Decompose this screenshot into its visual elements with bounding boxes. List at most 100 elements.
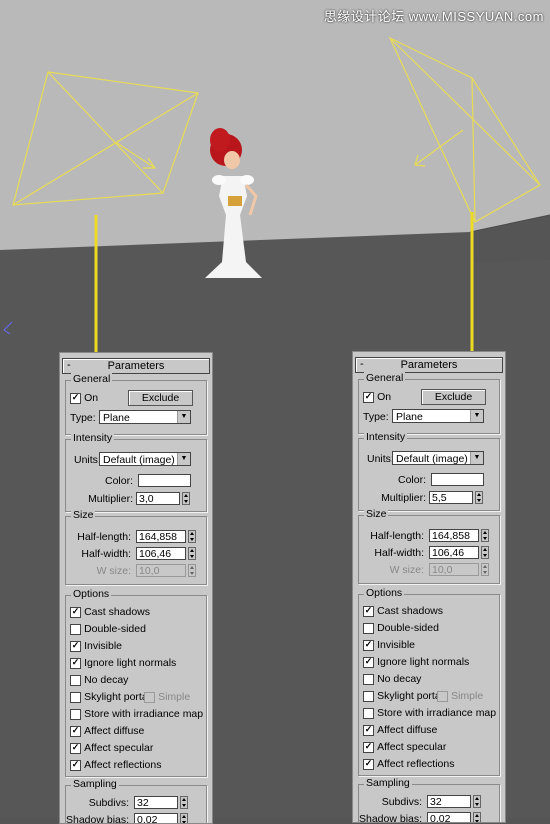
option-ignore-light-normals[interactable]: ✓ Ignore light normals [363, 656, 469, 668]
half-width-field[interactable]: 106,46 [429, 546, 479, 559]
option-store-with-irradiance-map[interactable]: Store with irradiance map [363, 707, 496, 719]
subdivs-label: Subdivs: [88, 797, 129, 809]
half-width-field[interactable]: 106,46 [136, 547, 186, 560]
multiplier-field[interactable]: 5,5 [429, 491, 473, 504]
option-cast-shadows[interactable]: ✓ Cast shadows [70, 606, 150, 618]
exclude-button[interactable]: Exclude [421, 389, 486, 405]
option-checkbox[interactable]: ✓ [70, 725, 81, 737]
option-skylight-portal[interactable]: Skylight portal [70, 691, 150, 703]
option-checkbox[interactable]: ✓ [363, 741, 374, 753]
half-length-spinner[interactable] [188, 530, 196, 543]
option-checkbox[interactable] [363, 673, 374, 685]
option-label: Ignore light normals [84, 657, 177, 669]
type-label: Type: [70, 412, 96, 424]
option-checkbox[interactable] [70, 708, 81, 720]
subdivs-spinner[interactable] [473, 795, 481, 808]
option-checkbox[interactable]: ✓ [363, 656, 374, 668]
exclude-button[interactable]: Exclude [128, 390, 193, 406]
option-invisible[interactable]: ✓ Invisible [70, 640, 122, 652]
option-label: Affect specular [377, 741, 447, 753]
units-value: Default (image) [396, 453, 468, 465]
half-width-spinner[interactable] [481, 546, 489, 559]
option-affect-reflections[interactable]: ✓ Affect reflections [70, 759, 162, 771]
shadow-bias-label: Shadow bias: [66, 814, 130, 824]
rollout-header-parameters[interactable]: - Parameters [62, 358, 210, 374]
half-length-field[interactable]: 164,858 [429, 529, 479, 542]
half-length-field[interactable]: 164,858 [136, 530, 186, 543]
option-cast-shadows[interactable]: ✓ Cast shadows [363, 605, 443, 617]
sampling-group: Sampling Subdivs: 32 Shadow bias: 0,02 [65, 778, 207, 824]
option-checkbox[interactable] [70, 623, 81, 635]
subdivs-field[interactable]: 32 [427, 795, 471, 808]
on-checkbox[interactable]: ✓ On [70, 392, 98, 404]
units-value: Default (image) [103, 454, 175, 466]
option-ignore-light-normals[interactable]: ✓ Ignore light normals [70, 657, 176, 669]
option-checkbox[interactable]: ✓ [70, 606, 81, 618]
option-checkbox[interactable]: ✓ [363, 724, 374, 736]
option-label: No decay [84, 674, 129, 686]
option-affect-diffuse[interactable]: ✓ Affect diffuse [363, 724, 437, 736]
type-dropdown[interactable]: Plane ▼ [392, 409, 484, 423]
option-checkbox[interactable] [70, 691, 81, 703]
option-checkbox[interactable] [363, 690, 374, 702]
option-no-decay[interactable]: No decay [70, 674, 128, 686]
options-group: Options ✓ Cast shadows Double-sided ✓ In… [358, 587, 500, 776]
option-affect-diffuse[interactable]: ✓ Affect diffuse [70, 725, 144, 737]
subdivs-spinner[interactable] [180, 796, 188, 809]
general-legend: General [71, 373, 113, 385]
option-checkbox[interactable]: ✓ [363, 605, 374, 617]
option-affect-specular[interactable]: ✓ Affect specular [70, 742, 153, 754]
color-label: Color: [104, 475, 133, 487]
subdivs-field[interactable]: 32 [134, 796, 178, 809]
option-checkbox[interactable]: ✓ [70, 759, 81, 771]
option-checkbox[interactable]: ✓ [70, 640, 81, 652]
option-checkbox[interactable]: ✓ [70, 657, 81, 669]
multiplier-field[interactable]: 3,0 [136, 492, 180, 505]
type-value: Plane [103, 412, 130, 424]
options-group: Options ✓ Cast shadows Double-sided ✓ In… [65, 588, 207, 777]
option-checkbox[interactable]: ✓ [70, 742, 81, 754]
color-swatch[interactable] [138, 474, 191, 487]
option-double-sided[interactable]: Double-sided [70, 623, 146, 635]
option-double-sided[interactable]: Double-sided [363, 622, 439, 634]
option-label: Affect reflections [377, 758, 455, 770]
half-width-spinner[interactable] [188, 547, 196, 560]
option-label: Invisible [377, 639, 415, 651]
simple-checkbox: Simple [144, 691, 190, 703]
option-checkbox[interactable]: ✓ [363, 639, 374, 651]
on-checkbox[interactable]: ✓ On [363, 391, 391, 403]
size-group: Size Half-length: 164,858 Half-width: 10… [358, 508, 500, 584]
rollout-header-parameters[interactable]: - Parameters [355, 357, 503, 373]
back-wall [0, 0, 550, 250]
option-label: Cast shadows [377, 605, 444, 617]
option-store-with-irradiance-map[interactable]: Store with irradiance map [70, 708, 203, 720]
w-size-label: W size: [389, 564, 424, 576]
option-checkbox[interactable] [363, 622, 374, 634]
units-dropdown[interactable]: Default (image) ▼ [99, 452, 191, 466]
shadow-bias-spinner[interactable] [180, 813, 188, 823]
shadow-bias-field[interactable]: 0,02 [134, 813, 178, 823]
option-checkbox[interactable] [70, 674, 81, 686]
simple-label: Simple [451, 690, 484, 702]
size-legend: Size [71, 509, 96, 521]
option-skylight-portal[interactable]: Skylight portal [363, 690, 443, 702]
w-size-label: W size: [96, 565, 131, 577]
option-affect-specular[interactable]: ✓ Affect specular [363, 741, 446, 753]
on-check-box[interactable]: ✓ [70, 392, 81, 404]
option-checkbox[interactable] [363, 707, 374, 719]
on-check-box[interactable]: ✓ [363, 391, 374, 403]
option-label: No decay [377, 673, 422, 685]
multiplier-spinner[interactable] [182, 492, 190, 505]
rollout-title: Parameters [400, 359, 458, 371]
option-affect-reflections[interactable]: ✓ Affect reflections [363, 758, 455, 770]
option-invisible[interactable]: ✓ Invisible [363, 639, 415, 651]
units-dropdown[interactable]: Default (image) ▼ [392, 451, 484, 465]
option-label: Ignore light normals [377, 656, 470, 668]
type-dropdown[interactable]: Plane ▼ [99, 410, 191, 424]
color-swatch[interactable] [431, 473, 484, 486]
half-length-spinner[interactable] [481, 529, 489, 542]
option-no-decay[interactable]: No decay [363, 673, 421, 685]
multiplier-spinner[interactable] [475, 491, 483, 504]
chevron-down-icon: ▼ [470, 410, 483, 422]
option-checkbox[interactable]: ✓ [363, 758, 374, 770]
